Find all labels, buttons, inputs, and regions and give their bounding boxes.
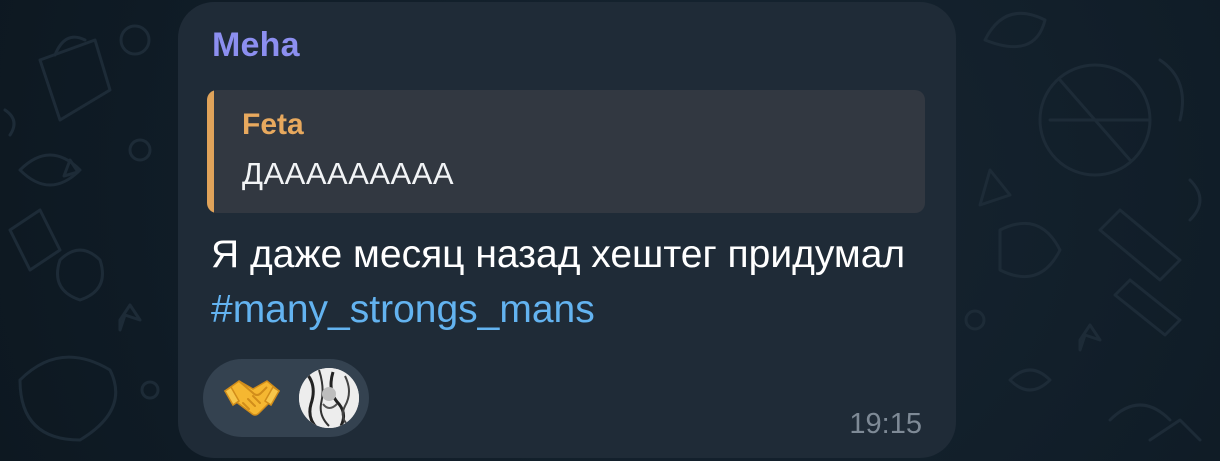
message-bubble[interactable]: Meha Feta ДААААААААА Я даже месяц назад … — [178, 2, 956, 458]
sender-name[interactable]: Meha — [212, 26, 300, 65]
reply-quote[interactable]: Feta ДААААААААА — [207, 90, 925, 213]
reply-accent-bar — [207, 90, 214, 213]
hashtag-link[interactable]: #many_strongs_mans — [211, 288, 595, 331]
avatar-image — [299, 368, 359, 428]
message-time: 19:15 — [849, 408, 922, 440]
message-text: Я даже месяц назад хештег придумал #many… — [211, 227, 931, 337]
chat-background: Meha Feta ДААААААААА Я даже месяц назад … — [0, 0, 1220, 461]
reply-author: Feta — [242, 108, 304, 141]
handshake-icon — [223, 380, 281, 416]
reaction-chip[interactable] — [203, 359, 369, 437]
reactor-avatar[interactable] — [299, 368, 359, 428]
message-body: Я даже месяц назад хештег придумал — [211, 233, 906, 276]
reply-text: ДААААААААА — [242, 156, 455, 191]
